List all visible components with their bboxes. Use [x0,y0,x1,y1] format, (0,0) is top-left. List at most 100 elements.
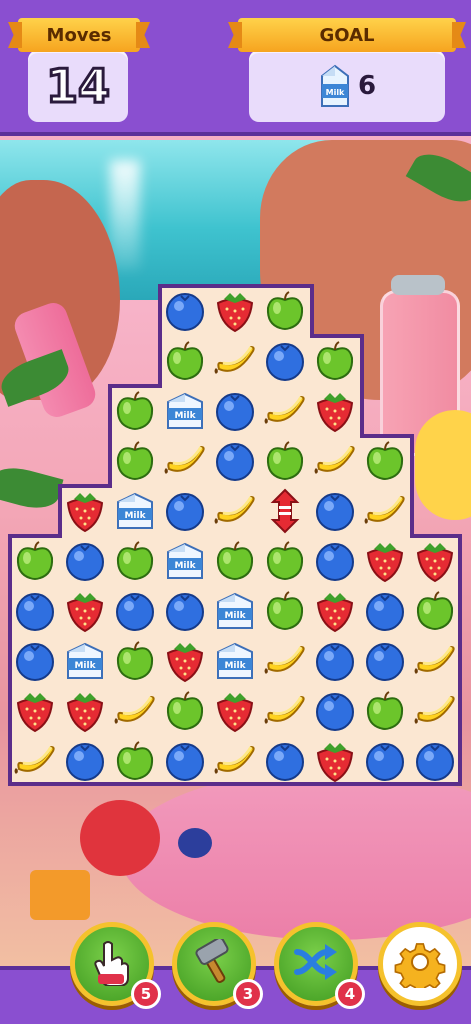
blueberry-icon [166,493,204,531]
tile-strawberry[interactable] [60,686,110,736]
gear-icon [394,936,446,994]
apple-icon [266,441,304,480]
tile-blueberry[interactable] [160,586,210,636]
tile-rocket[interactable] [260,486,310,536]
tile-strawberry[interactable] [160,636,210,686]
tile-apple[interactable] [410,586,460,636]
tile-blueberry[interactable] [60,536,110,586]
tile-strawberry[interactable] [360,536,410,586]
tile-strawberry[interactable] [60,586,110,636]
apple-icon [116,391,154,430]
tile-blueberry[interactable] [260,336,310,386]
tile-strawberry[interactable] [60,486,110,536]
tile-apple[interactable] [110,736,160,786]
blueberry-icon [366,643,404,681]
tile-apple[interactable] [260,286,310,336]
blueberry-icon [266,343,304,381]
hammer-icon [191,937,237,989]
tile-banana[interactable] [410,686,460,736]
banana-icon [414,695,455,725]
tile-blueberry[interactable] [310,686,360,736]
tile-blueberry[interactable] [310,636,360,686]
milk-icon: Milk [167,542,203,579]
tile-blueberry[interactable] [360,586,410,636]
tile-apple[interactable] [110,636,160,686]
tile-milk[interactable]: Milk [110,486,160,536]
tile-apple[interactable] [110,436,160,486]
tile-apple[interactable] [110,536,160,586]
tile-blueberry[interactable] [310,486,360,536]
tile-blueberry[interactable] [410,736,460,786]
goal-panel: Milk 6 [249,50,445,122]
apple-icon [116,541,154,580]
shuffle-booster-button[interactable]: 4 [274,922,365,1009]
banana-icon [214,745,255,775]
tile-banana[interactable] [210,736,260,786]
tile-blueberry[interactable] [160,736,210,786]
tile-strawberry[interactable] [310,386,360,436]
tile-milk[interactable]: Milk [60,636,110,686]
svg-text:Milk: Milk [174,561,196,571]
tile-milk[interactable]: Milk [160,386,210,436]
tile-banana[interactable] [260,636,310,686]
banana-icon [14,745,55,775]
tile-strawberry[interactable] [410,536,460,586]
shuffle-booster-count: 4 [335,979,365,1009]
tile-strawberry[interactable] [310,736,360,786]
leaf-decoration [0,461,64,515]
tile-banana[interactable] [160,436,210,486]
tile-blueberry[interactable] [360,736,410,786]
tile-blueberry[interactable] [160,286,210,336]
tile-apple[interactable] [260,536,310,586]
apple-icon [16,541,54,580]
tile-blueberry[interactable] [160,486,210,536]
tile-banana[interactable] [210,336,260,386]
tile-banana[interactable] [110,686,160,736]
tile-blueberry[interactable] [310,536,360,586]
tile-apple[interactable] [160,336,210,386]
strawberry-icon [316,393,354,433]
tile-apple[interactable] [260,586,310,636]
tile-strawberry[interactable] [210,286,260,336]
tile-blueberry[interactable] [210,386,260,436]
tile-banana[interactable] [360,486,410,536]
tile-apple[interactable] [160,686,210,736]
tile-blueberry[interactable] [10,586,60,636]
milk-icon: Milk [67,642,103,679]
tile-strawberry[interactable] [310,586,360,636]
tile-blueberry[interactable] [10,636,60,686]
tile-banana[interactable] [310,436,360,486]
tile-strawberry[interactable] [210,686,260,736]
tile-apple[interactable] [260,436,310,486]
tile-apple[interactable] [310,336,360,386]
banana-decoration [415,410,471,520]
banana-icon [164,445,205,475]
tile-blueberry[interactable] [110,586,160,636]
tile-blueberry[interactable] [60,736,110,786]
tile-apple[interactable] [360,686,410,736]
tile-blueberry[interactable] [210,436,260,486]
tile-banana[interactable] [210,486,260,536]
tile-banana[interactable] [260,386,310,436]
tile-apple[interactable] [110,386,160,436]
tile-apple[interactable] [10,536,60,586]
tile-milk[interactable]: Milk [210,586,260,636]
apple-icon [266,591,304,630]
apple-icon [366,441,404,480]
blueberry-icon [316,493,354,531]
tile-banana[interactable] [410,636,460,686]
tile-milk[interactable]: Milk [160,536,210,586]
tile-strawberry[interactable] [10,686,60,736]
tap-booster-button[interactable]: 5 [70,922,161,1009]
tile-apple[interactable] [360,436,410,486]
hammer-booster-button[interactable]: 3 [172,922,263,1009]
blueberry-icon [166,743,204,781]
blueberry-icon [416,743,454,781]
tile-milk[interactable]: Milk [210,636,260,686]
tile-banana[interactable] [260,686,310,736]
tile-apple[interactable] [210,536,260,586]
tile-blueberry[interactable] [360,636,410,686]
tile-banana[interactable] [10,736,60,786]
settings-button[interactable] [378,922,462,1006]
tile-blueberry[interactable] [260,736,310,786]
